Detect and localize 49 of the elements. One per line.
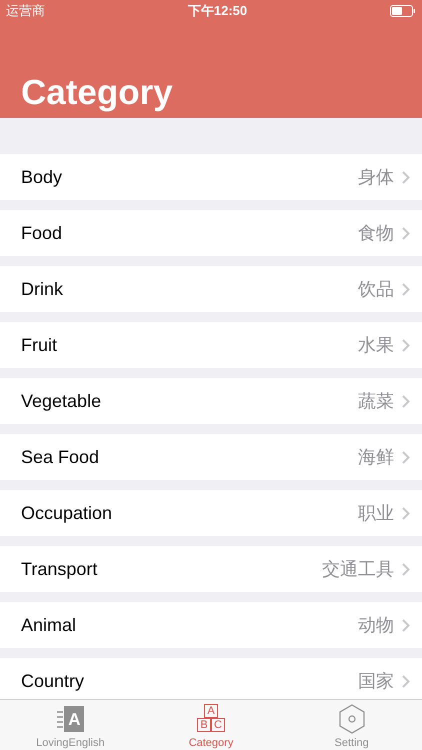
- chinese-label: 蔬菜: [358, 390, 394, 412]
- category-row[interactable]: Body 身体: [0, 154, 422, 200]
- category-row[interactable]: Drink 饮品: [0, 266, 422, 312]
- chinese-label: 海鲜: [358, 446, 394, 468]
- chevron-right-icon: [402, 170, 410, 184]
- chinese-label: 职业: [358, 502, 394, 524]
- chevron-right-icon: [402, 394, 410, 408]
- category-row[interactable]: Fruit 水果: [0, 322, 422, 368]
- category-row[interactable]: Occupation 职业: [0, 490, 422, 536]
- category-label: Body: [21, 166, 64, 189]
- chinese-label: 水果: [358, 334, 394, 356]
- tab-label: Setting: [334, 738, 369, 749]
- battery-icon: [390, 5, 416, 17]
- chinese-label: 交通工具: [322, 558, 394, 580]
- category-row[interactable]: Transport 交通工具: [0, 546, 422, 592]
- category-label: Transport: [21, 558, 98, 581]
- category-row[interactable]: Sea Food 海鲜: [0, 434, 422, 480]
- tab-label: Category: [188, 738, 234, 749]
- category-label: Sea Food: [21, 446, 100, 468]
- category-row[interactable]: Food 食物: [0, 210, 422, 256]
- chevron-right-icon: [402, 562, 410, 576]
- chevron-right-icon: [402, 282, 410, 296]
- hexagon-icon: [336, 704, 367, 734]
- page-title: Category: [21, 75, 173, 110]
- category-row[interactable]: Vegetable 蔬菜: [0, 378, 422, 424]
- category-label: Country: [21, 670, 86, 693]
- category-label: Drink: [21, 278, 64, 300]
- chinese-label: 身体: [358, 166, 394, 188]
- chevron-right-icon: [402, 450, 410, 464]
- chevron-right-icon: [402, 506, 410, 520]
- category-label: Occupation: [21, 502, 114, 525]
- carrier-label: 运营商: [6, 2, 45, 20]
- chevron-right-icon: [402, 338, 410, 352]
- chevron-right-icon: [402, 674, 410, 688]
- category-label: Animal: [21, 614, 78, 636]
- category-label: Vegetable: [21, 390, 102, 413]
- category-label: Food: [21, 222, 64, 244]
- category-row[interactable]: Country 国家: [0, 658, 422, 699]
- tab-item[interactable]: A B C Category: [140, 700, 282, 750]
- chinese-label: 饮品: [358, 278, 394, 300]
- category-label: Fruit: [21, 334, 58, 356]
- clock-time: 下午12:50: [188, 2, 248, 20]
- chinese-label: 动物: [358, 614, 394, 636]
- category-row[interactable]: Animal 动物: [0, 602, 422, 648]
- chevron-right-icon: [402, 618, 410, 632]
- chinese-label: 国家: [358, 670, 394, 692]
- chinese-label: 食物: [358, 222, 394, 244]
- tab-label: LovingEnglish: [36, 738, 105, 749]
- chevron-right-icon: [402, 226, 410, 240]
